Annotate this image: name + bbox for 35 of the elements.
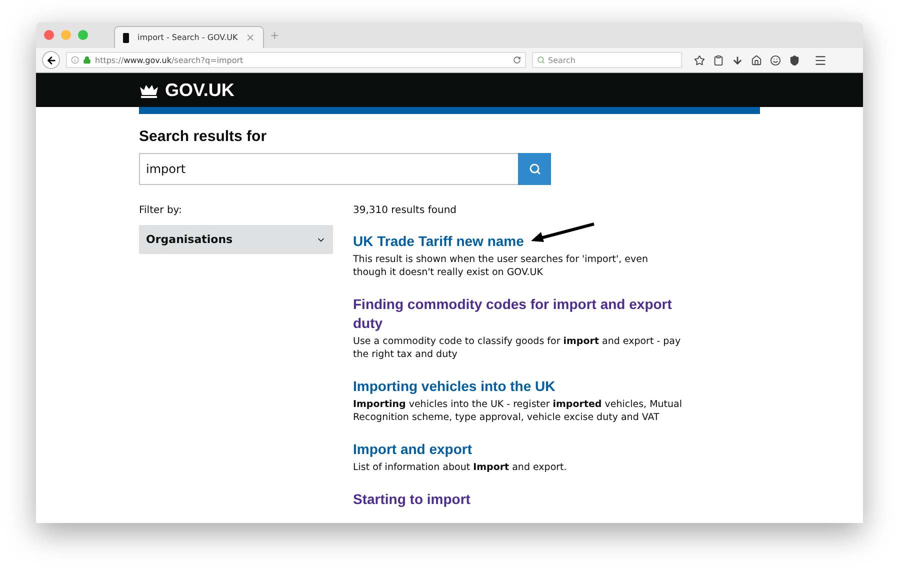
search-icon (537, 56, 545, 64)
smiley-icon[interactable] (770, 54, 781, 66)
result-description: List of information about Import and export. (353, 461, 568, 474)
home-icon[interactable] (751, 54, 762, 66)
result-link[interactable]: Starting to import (353, 490, 470, 509)
result-link[interactable]: UK Trade Tariff new name (353, 232, 524, 251)
info-icon (71, 56, 79, 64)
result-description: This result is shown when the user searches for 'import', even though it doesn't really exist on GOV.UK (353, 253, 649, 279)
result-link[interactable]: Importing vehicles into the UK (353, 377, 556, 396)
organisations-dropdown[interactable]: Organisations (139, 225, 333, 254)
back-arrow-icon (46, 54, 56, 66)
result-link[interactable]: Finding commodity codes for import and export duty (353, 295, 683, 333)
search-input[interactable]: import (139, 153, 518, 185)
reload-icon[interactable] (513, 56, 521, 64)
result-description: Use a commodity code to classify goods for import and export - pay the right tax and duty (353, 335, 682, 361)
browser-search-field[interactable]: Search (532, 52, 682, 68)
filter-label: Filter by: (139, 205, 183, 216)
lock-icon (83, 56, 91, 64)
search-icon (528, 163, 540, 175)
browser-tab[interactable]: import - Search - GOV.UK × (114, 26, 264, 48)
menu-icon[interactable] (814, 54, 827, 66)
search-heading: Search results for (139, 128, 268, 145)
close-window-dot[interactable] (44, 30, 54, 40)
search-button[interactable] (518, 153, 551, 185)
result-link[interactable]: Import and export (353, 440, 472, 459)
minimize-window-dot[interactable] (61, 30, 71, 40)
govuk-logo-text[interactable]: GOV.UK (165, 80, 234, 100)
back-button[interactable] (42, 51, 60, 69)
results-count: 39,310 results found (353, 205, 458, 216)
download-icon[interactable] (732, 54, 743, 66)
zoom-window-dot[interactable] (78, 30, 88, 40)
result-description: Importing vehicles into the UK - register imported vehicles, Mutual Recognition scheme, type approval, vehicle excise duty and VAT (353, 398, 683, 424)
star-icon[interactable] (694, 54, 705, 66)
address-bar[interactable]: https://www.gov.uk/search?q=import (66, 52, 526, 68)
clipboard-icon[interactable] (713, 54, 724, 66)
